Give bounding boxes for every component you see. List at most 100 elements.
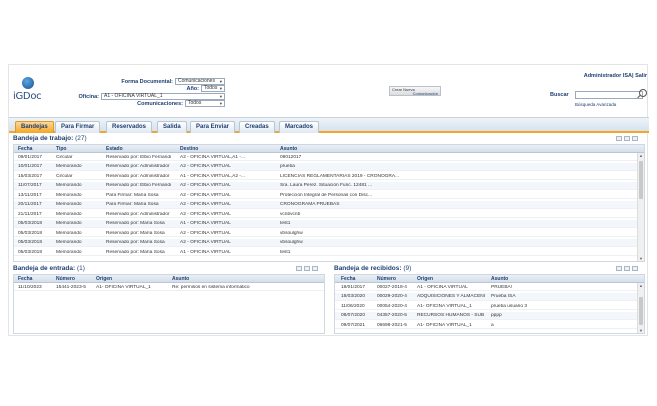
anio-select[interactable]: Todos ▾ — [201, 85, 225, 92]
table-row[interactable]: 05/03/2018 Memorando Reservado por: María … — [14, 219, 644, 228]
recibidos-grid-header: Fecha Número Origen Asunto — [335, 275, 644, 283]
table-cell: Reservado por: Elbio Fernandi — [106, 183, 172, 188]
minimize-icon[interactable] — [304, 266, 310, 271]
tab-para-enviar[interactable]: Para Enviar — [190, 121, 236, 133]
maximize-icon[interactable] — [632, 266, 638, 271]
user-menu[interactable]: Administrador ISA| Salir — [584, 73, 647, 79]
minimize-icon[interactable] — [624, 266, 630, 271]
col-asunto[interactable]: Asunto — [172, 276, 189, 282]
igdoc-logo: iGDoc — [13, 77, 43, 107]
comunicaciones-value: Todos — [188, 100, 202, 106]
col-asunto[interactable]: Asunto — [280, 146, 297, 152]
scroll-thumb[interactable] — [639, 297, 643, 325]
table-row[interactable]: 11/07/2017 Memorando Reservado por: Elbio … — [14, 181, 644, 190]
col-origen[interactable]: Origen — [417, 276, 433, 282]
oficina-select[interactable]: A1 - OFICINA VIRTUAL_1 ▾ — [101, 93, 225, 100]
search-icon[interactable] — [639, 89, 647, 97]
col-numero[interactable]: Número — [377, 276, 396, 282]
table-row[interactable]: 08/07/2020 04357-2020-5 RECURSOS HUMANOS -… — [335, 311, 644, 320]
scroll-thumb[interactable] — [639, 161, 643, 199]
table-row[interactable]: 05/03/2018 Memorando Reservado por: María … — [14, 248, 644, 256]
table-cell: CRONOGRAMA PRUEBAS — [280, 202, 340, 207]
trabajo-panel-controls — [616, 136, 638, 141]
table-cell: A1- OFICINA VIRTUAL_1 — [417, 322, 472, 328]
col-numero[interactable]: Número — [56, 276, 75, 282]
tab-marcados[interactable]: Marcados — [279, 121, 320, 133]
table-cell: Circular — [56, 154, 73, 160]
col-estado[interactable]: Estado — [106, 146, 123, 152]
crear-nueva-comunicacion-button[interactable]: Crear Nueva Comunicación — [389, 86, 441, 96]
col-fecha[interactable]: Fecha — [341, 276, 355, 282]
maximize-icon[interactable] — [312, 266, 318, 271]
table-cell: 05/03/2018 — [18, 240, 43, 245]
entrada-title-text: Bandeja de entrada: — [13, 265, 76, 272]
table-row[interactable]: 05/03/2018 Memorando Reservado por: María … — [14, 238, 644, 247]
table-row[interactable]: 09/07/2021 06698-2021-5 A1- OFICINA VIRTUA… — [335, 321, 644, 329]
table-cell: 04357-2020-5 — [377, 313, 407, 318]
col-fecha[interactable]: Fecha — [18, 276, 32, 282]
table-cell: Circular — [56, 173, 73, 179]
table-cell: vbsoulghw — [280, 230, 303, 236]
forma-documental-value: Comunicaciones — [178, 78, 215, 84]
table-row[interactable]: 13/11/2017 Memorando Para Firmar: María So… — [14, 191, 644, 199]
trabajo-title: Bandeja de trabajo: (27) — [13, 135, 87, 142]
table-row[interactable]: 11/06/2020 00054-2020-4 A1- OFICINA VIRTUA… — [335, 302, 644, 310]
anio-value: Todos — [204, 85, 218, 91]
refresh-icon[interactable] — [616, 136, 622, 141]
table-cell: 08/07/2020 — [341, 313, 366, 318]
table-cell: Memorando — [56, 230, 82, 236]
table-cell: test1 — [280, 221, 291, 226]
tab-salida[interactable]: Salida — [157, 121, 187, 133]
table-row[interactable]: 05/03/2018 Memorando Reservado por: María … — [14, 229, 644, 237]
scroll-down-icon[interactable]: ▼ — [638, 328, 644, 333]
recibidos-panel-controls — [616, 266, 638, 271]
table-cell: 20/11/2017 — [18, 202, 42, 207]
col-tipo[interactable]: Tipo — [56, 146, 66, 152]
search-input[interactable] — [575, 91, 643, 99]
table-cell: A2 - OFICINA VIRTUAL — [180, 183, 231, 188]
table-row[interactable]: 21/11/2017 Memorando Reservado por: Admini… — [14, 210, 644, 218]
col-asunto[interactable]: Asunto — [491, 276, 508, 282]
col-fecha[interactable]: Fecha — [18, 146, 32, 152]
forma-documental-select[interactable]: Comunicaciones ▾ — [175, 78, 225, 85]
comunicaciones-select[interactable]: Todos ▾ — [185, 100, 225, 107]
table-cell: Para Firmar: María Sosa — [106, 202, 159, 207]
table-row[interactable]: 20/11/2017 Memorando Para Firmar: María So… — [14, 200, 644, 209]
entrada-grid: Fecha Número Origen Asunto 11/10/2023 154… — [13, 274, 325, 334]
scroll-up-icon[interactable]: ▲ — [638, 153, 644, 158]
scroll-up-icon[interactable]: ▲ — [638, 283, 644, 288]
table-row[interactable]: 18/03/2020 00029-2020-4 ADQUISICIONES Y AL… — [335, 292, 644, 301]
busqueda-avanzada-link[interactable]: Búsqueda Avanzada — [575, 102, 616, 107]
trabajo-scrollbar[interactable]: ▲ ▼ — [637, 153, 644, 261]
table-cell: 00027-2018-4 — [377, 284, 407, 290]
forma-documental-label: Forma Documental: — [121, 79, 173, 85]
chevron-down-icon: ▾ — [219, 94, 222, 99]
anio-label: Año: — [186, 86, 199, 92]
refresh-icon[interactable] — [296, 266, 302, 271]
tab-creadas[interactable]: Creadas — [239, 121, 275, 133]
recibidos-scrollbar[interactable]: ▲ ▼ — [637, 283, 644, 333]
recibidos-grid: Fecha Número Origen Asunto 18/01/2017 000… — [334, 274, 645, 334]
table-row[interactable]: 09/01/2017 Circular Reservado por: Elbio F… — [14, 153, 644, 161]
tab-bandejas[interactable]: Bandejas — [15, 121, 54, 133]
table-cell: A1 - OFICINA VIRTUAL — [180, 221, 231, 226]
trabajo-title-text: Bandeja de trabajo: — [13, 135, 74, 142]
entrada-grid-header: Fecha Número Origen Asunto — [14, 275, 324, 283]
table-cell: 11/07/2017 — [18, 183, 42, 188]
minimize-icon[interactable] — [624, 136, 630, 141]
table-cell: Reservado por: Administrador — [106, 164, 170, 169]
col-origen[interactable]: Origen — [96, 276, 112, 282]
table-row[interactable]: 11/10/2023 15441-2023-5 A1- OFICINA VIRTUA… — [14, 283, 324, 291]
col-destino[interactable]: Destino — [180, 146, 198, 152]
table-cell: LICENCIAS REGLAMENTARIAS 2019 - CRONOGRA… — [280, 173, 400, 179]
tab-reservados[interactable]: Reservados — [106, 121, 153, 133]
table-cell: Reservado por: Administrador — [106, 173, 170, 179]
table-row[interactable]: 10/01/2017 Memorando Reservado por: Admini… — [14, 162, 644, 171]
table-row[interactable]: 15/03/2017 Circular Reservado por: Adminis… — [14, 172, 644, 180]
tab-para-firmar[interactable]: Para Firmar — [55, 121, 101, 133]
refresh-icon[interactable] — [616, 266, 622, 271]
scroll-down-icon[interactable]: ▼ — [638, 256, 644, 261]
table-row[interactable]: 18/01/2017 00027-2018-4 A1 - OFICINA VIRTU… — [335, 283, 644, 291]
maximize-icon[interactable] — [632, 136, 638, 141]
table-cell: A1 - OFICINA VIRTUAL,A2 -... — [180, 173, 245, 179]
